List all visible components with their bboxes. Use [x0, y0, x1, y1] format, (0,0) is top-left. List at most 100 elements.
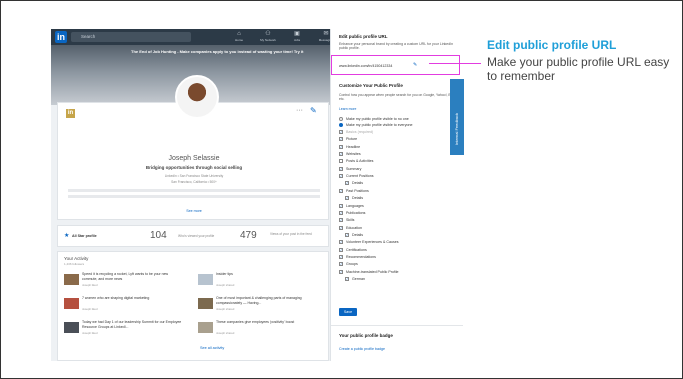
option-label: Past Positions — [346, 188, 369, 193]
checkbox-checked-icon: ✓ — [345, 277, 349, 282]
edit-url-heading: Edit public profile URL — [339, 34, 388, 39]
post-title: These companies give employees 'positivi… — [216, 320, 295, 324]
edit-url-pencil-icon[interactable]: ✎ — [413, 62, 417, 68]
nav-my-network[interactable]: ⚇ My Network — [260, 30, 276, 42]
checkbox-option[interactable]: ✓ Groups — [339, 262, 358, 267]
option-label: Recommendations — [346, 254, 376, 259]
divider — [331, 325, 463, 326]
feedback-tab-label: Internal Feedback — [454, 112, 459, 145]
checkbox-option[interactable]: ✓ Volunteer Experiences & Causes — [339, 240, 399, 245]
profile-summary-line — [68, 189, 320, 192]
linkedin-logo[interactable]: in — [55, 31, 67, 43]
home-icon: ⌂ — [237, 31, 241, 37]
checkbox-option[interactable]: ✓ Certifications — [339, 248, 367, 253]
checkbox-option[interactable]: ✓ Recommendations — [339, 255, 376, 260]
nav-label: Home — [234, 38, 243, 42]
more-options-icon[interactable]: ··· — [296, 107, 303, 114]
activity-post[interactable]: These companies give employees 'positivi… — [198, 320, 320, 340]
option-label: Websites — [346, 152, 361, 157]
checkbox-option[interactable]: ✓ Websites — [339, 152, 361, 157]
checkbox-option[interactable]: ✓ Past Positions — [339, 189, 369, 194]
checkbox-option[interactable]: ✓ Details — [345, 233, 363, 238]
radio-selected-icon — [339, 123, 343, 128]
option-label: Groups — [346, 262, 358, 267]
post-title: Speed it is recycling a rocket, Lyft wan… — [82, 272, 169, 281]
activity-title: Your Activity — [64, 256, 89, 261]
post-byline: Joseph liked — [82, 283, 98, 287]
checkbox-option[interactable]: ✓ Skills — [339, 218, 354, 223]
callout-title: Edit public profile URL — [487, 38, 617, 52]
followers-count: 1,436 followers — [64, 262, 85, 266]
profile-views-label: Who's viewed your profile — [178, 234, 215, 238]
checkbox-checked-icon: ✓ — [339, 269, 343, 274]
see-more-link[interactable]: See more — [58, 209, 330, 213]
post-views-count[interactable]: 479 — [240, 230, 257, 241]
save-button[interactable]: Save — [339, 308, 357, 316]
option-label: Posts & Activities — [346, 159, 374, 164]
all-star-label[interactable]: All Star profile — [72, 234, 97, 238]
checkbox-option[interactable]: ✓ Basics (required) — [339, 130, 373, 135]
profile-views-count[interactable]: 104 — [150, 230, 167, 241]
option-label: Skills — [346, 218, 355, 223]
learn-more-link[interactable]: Learn more — [339, 107, 356, 111]
checkbox-option[interactable]: Posts & Activities — [339, 159, 373, 164]
post-title: 7 women who are shaping digital marketin… — [82, 296, 150, 300]
messaging-icon: ✉ — [323, 31, 329, 37]
option-label: Summary — [346, 166, 362, 171]
option-label: German — [352, 277, 365, 281]
checkbox-option[interactable]: ✓ Languages — [339, 204, 364, 209]
checkbox-checked-icon: ✓ — [339, 210, 343, 215]
activity-post[interactable]: Today we had Day 1 of our leadership Sum… — [64, 320, 186, 340]
post-thumbnail — [198, 322, 213, 333]
checkbox-checked-icon: ✓ — [339, 137, 343, 142]
activity-post[interactable]: 7 women who are shaping digital marketin… — [64, 296, 186, 316]
internal-feedback-tab[interactable]: Internal Feedback — [450, 79, 464, 155]
star-icon: ★ — [64, 233, 70, 239]
profile-summary-line — [68, 195, 320, 198]
nav-home[interactable]: ⌂ Home — [231, 30, 247, 42]
checkbox-option[interactable]: ✓ Summary — [339, 167, 361, 172]
badge-heading: Your public profile badge — [339, 333, 393, 338]
search-input[interactable]: Search — [71, 32, 191, 42]
checkbox-option[interactable]: ✓ Picture — [339, 137, 357, 142]
edit-profile-icon[interactable]: ✎ — [310, 106, 317, 115]
radio-visible-to-everyone[interactable]: Make my public profile visible to everyo… — [339, 123, 413, 128]
see-all-activity-link[interactable]: See all activity — [200, 346, 224, 350]
checkbox-checked-icon: ✓ — [339, 166, 343, 171]
checkbox-option[interactable]: ✓ Headline — [339, 145, 360, 150]
radio-visible-to-no-one[interactable]: Make my public profile visible to no one — [339, 117, 409, 122]
option-label: Machine-translated Public Profile — [346, 269, 399, 274]
checkbox-option[interactable]: ✓ Machine-translated Public Profile — [339, 270, 399, 275]
post-thumbnail — [64, 322, 79, 333]
checkbox-option[interactable]: ✓ Current Positions — [339, 174, 374, 179]
post-byline: Joseph liked — [82, 307, 98, 311]
checkbox-icon — [339, 159, 343, 164]
nav-jobs[interactable]: ▣ Jobs — [289, 30, 305, 42]
checkbox-checked-icon: ✓ — [345, 196, 349, 201]
checkbox-option[interactable]: ✓ Details — [345, 196, 363, 201]
profile-stats: ★ All Star profile 104 Who's viewed your… — [57, 225, 329, 247]
option-label: Current Positions — [346, 174, 374, 179]
option-label: Details — [352, 196, 363, 201]
post-thumbnail — [198, 298, 213, 309]
option-label: Education — [346, 225, 362, 230]
profile-company: LinkedIn • San Francisco State Universit… — [164, 174, 224, 178]
checkbox-checked-icon: ✓ — [339, 247, 343, 252]
company-logo: in — [66, 109, 75, 118]
checkbox-option[interactable]: ✓ Education — [339, 226, 362, 231]
option-label: Details — [352, 232, 363, 237]
option-label: Picture — [346, 137, 358, 142]
activity-post[interactable]: Insider tips Joseph shared — [198, 272, 320, 292]
checkbox-checked-icon: ✓ — [339, 262, 343, 267]
checkbox-option[interactable]: ✓ Details — [345, 181, 363, 186]
create-badge-link[interactable]: Create a public profile badge — [339, 347, 385, 351]
nav-label: Jobs — [293, 38, 301, 42]
checkbox-option[interactable]: ✓ Publications — [339, 211, 365, 216]
callout-connector-line — [429, 63, 481, 64]
post-byline: Joseph shared — [216, 307, 235, 311]
activity-post[interactable]: Speed it is recycling a rocket, Lyft wan… — [64, 272, 186, 292]
post-title: One of most important & challenging part… — [216, 296, 302, 305]
checkbox-option[interactable]: ✓ German — [345, 277, 365, 282]
customize-heading: Customize Your Public Profile — [339, 83, 403, 88]
activity-post[interactable]: One of most important & challenging part… — [198, 296, 320, 316]
